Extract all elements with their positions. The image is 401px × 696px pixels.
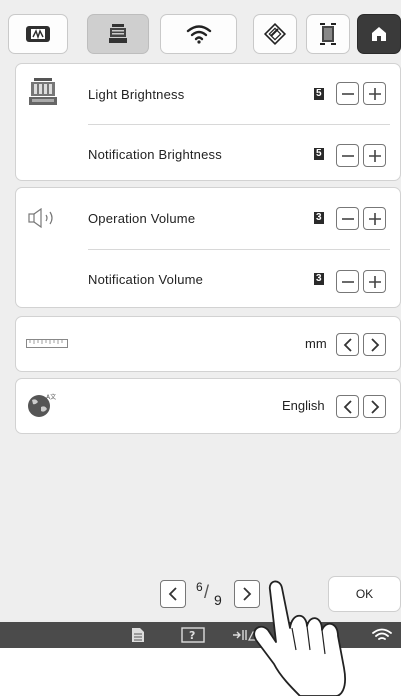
minus-icon — [341, 154, 354, 157]
chevron-left-icon — [168, 587, 177, 601]
operation-volume-value: 3 — [314, 212, 324, 224]
wifi-icon — [372, 628, 392, 640]
light-brightness-decrease-button[interactable] — [336, 82, 359, 105]
notification-volume-row: Notification Volume 3 — [16, 249, 401, 309]
wifi-icon — [186, 25, 211, 44]
units-next-button[interactable] — [363, 333, 386, 356]
language-panel: A文 English — [15, 378, 401, 434]
chevron-left-icon — [343, 337, 352, 352]
tab-network-settings[interactable] — [160, 14, 237, 54]
svg-text:A文: A文 — [46, 393, 56, 401]
plus-icon — [368, 87, 381, 100]
ok-button[interactable]: OK — [328, 576, 401, 612]
thread-cutter-icon[interactable] — [232, 627, 268, 643]
operation-volume-row: Operation Volume 3 — [16, 188, 401, 248]
notification-brightness-row: Notification Brightness 5 — [16, 124, 401, 184]
chevron-right-icon — [243, 587, 252, 601]
units-panel: mm — [15, 316, 401, 372]
page-current: 6 — [196, 580, 203, 594]
light-brightness-label: Light Brightness — [88, 86, 185, 102]
language-value: English — [282, 398, 325, 413]
light-brightness-value: 5 — [314, 88, 324, 100]
tab-embroidery-settings[interactable] — [8, 14, 68, 54]
machine-light-icon — [29, 78, 57, 105]
globe-icon: A文 — [28, 393, 56, 417]
chevron-right-icon — [370, 399, 379, 414]
units-previous-button[interactable] — [336, 333, 359, 356]
operation-volume-label: Operation Volume — [88, 210, 196, 226]
plus-icon — [368, 275, 381, 288]
minus-icon — [341, 92, 354, 95]
volume-panel: Operation Volume 3 Notification Volume 3 — [15, 187, 401, 308]
svg-text:?: ? — [189, 629, 195, 642]
speaker-icon — [28, 208, 53, 228]
notification-brightness-label: Notification Brightness — [88, 146, 222, 162]
notification-volume-value: 3 — [314, 273, 324, 285]
tab-home[interactable] — [357, 14, 401, 54]
language-previous-button[interactable] — [336, 395, 359, 418]
chevron-left-icon — [343, 399, 352, 414]
previous-page-button[interactable] — [160, 580, 186, 608]
settings-screen: Light Brightness 5 Notification Brightne… — [0, 0, 401, 648]
operation-volume-decrease-button[interactable] — [336, 207, 359, 230]
tab-frame-settings[interactable] — [306, 14, 350, 54]
minus-icon — [341, 217, 354, 220]
machine-icon — [109, 24, 127, 43]
page-indicator: 6 / 9 — [192, 578, 232, 610]
tab-edit-settings[interactable] — [253, 14, 297, 54]
brightness-panel: Light Brightness 5 Notification Brightne… — [15, 63, 401, 181]
embroidery-frame-icon — [26, 26, 50, 42]
minus-icon — [341, 280, 354, 283]
notification-volume-label: Notification Volume — [88, 271, 204, 287]
notification-brightness-increase-button[interactable] — [363, 144, 386, 167]
notification-volume-increase-button[interactable] — [363, 270, 386, 293]
tab-machine-settings[interactable] — [87, 14, 149, 54]
home-icon — [372, 27, 386, 41]
next-page-button[interactable] — [234, 580, 260, 608]
help-icon[interactable]: ? — [181, 627, 205, 643]
ruler-icon — [26, 339, 68, 348]
status-bar: ? — [0, 622, 401, 648]
page-slash: / — [204, 582, 210, 602]
units-value: mm — [305, 336, 327, 351]
edit-icon — [263, 22, 287, 46]
top-tab-bar — [8, 14, 401, 56]
frame-icon — [320, 23, 336, 45]
light-brightness-increase-button[interactable] — [363, 82, 386, 105]
chevron-right-icon — [370, 337, 379, 352]
plus-icon — [368, 149, 381, 162]
plus-icon — [368, 212, 381, 225]
notification-brightness-decrease-button[interactable] — [336, 144, 359, 167]
light-brightness-row: Light Brightness 5 — [16, 64, 401, 124]
document-icon[interactable] — [131, 627, 145, 643]
operation-volume-increase-button[interactable] — [363, 207, 386, 230]
page-total: 9 — [214, 592, 222, 608]
language-next-button[interactable] — [363, 395, 386, 418]
notification-volume-decrease-button[interactable] — [336, 270, 359, 293]
notification-brightness-value: 5 — [314, 148, 324, 160]
